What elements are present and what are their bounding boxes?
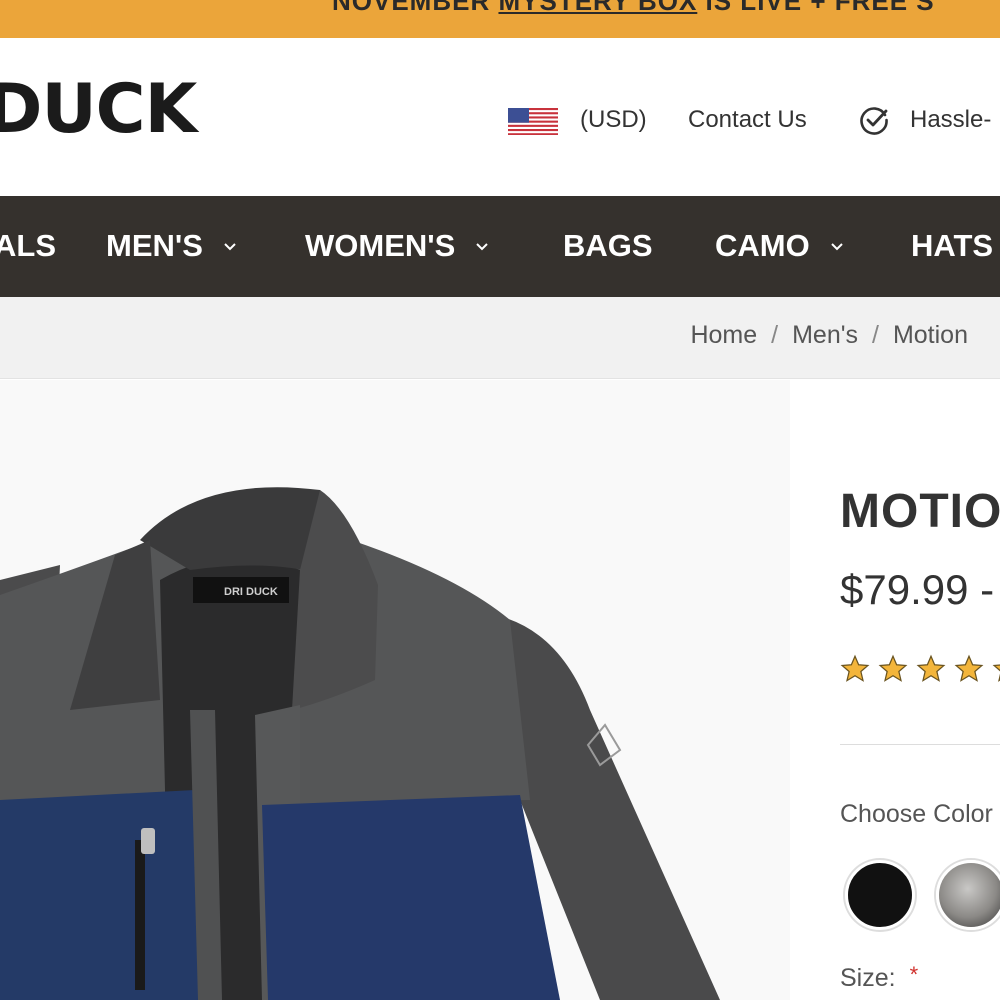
- color-swatch-grey[interactable]: [936, 860, 1000, 930]
- chevron-down-icon: [476, 243, 489, 251]
- nav-item-camo[interactable]: CAMO: [715, 226, 846, 266]
- breadcrumb: Home / Men's / Motion: [690, 321, 968, 350]
- jacket-image: DRI DUCK: [0, 487, 720, 1000]
- star-icon: [840, 654, 870, 682]
- nav-item-label: ALS: [0, 228, 56, 263]
- promo-link[interactable]: MYSTERY BOX: [498, 0, 697, 16]
- promo-banner: NOVEMBER MYSTERY BOX IS LIVE + FREE S: [0, 0, 1000, 38]
- nav-item-womens[interactable]: WOMEN'S: [305, 226, 491, 266]
- star-icon: [916, 654, 946, 682]
- promo-text: NOVEMBER MYSTERY BOX IS LIVE + FREE S: [332, 0, 935, 17]
- star-icon: [992, 664, 1000, 682]
- nav-item-mens[interactable]: MEN'S: [106, 226, 239, 266]
- main-nav: ALS MEN'S WOMEN'S BAGS CAMO HATS: [0, 196, 1000, 297]
- star-icon: [954, 654, 984, 682]
- breadcrumb-mens[interactable]: Men's: [792, 321, 858, 350]
- jacket-brand-label: DRI DUCK: [224, 586, 278, 598]
- hassle-free-label: Hassle-: [910, 106, 992, 133]
- breadcrumb-bar: Home / Men's / Motion: [0, 297, 1000, 379]
- breadcrumb-current: Motion: [892, 321, 968, 349]
- size-label: Size: *: [840, 962, 919, 993]
- site-header: DUCK (USD) Contact Us Hassle-: [0, 38, 1000, 196]
- required-marker: *: [909, 962, 919, 987]
- promo-prefix: NOVEMBER: [332, 0, 499, 16]
- logo[interactable]: DUCK: [0, 76, 197, 144]
- breadcrumb-separator: /: [872, 321, 879, 349]
- product-image[interactable]: DRI DUCK: [0, 380, 790, 1000]
- product-title: MOTIO: [840, 485, 1000, 538]
- us-flag-icon[interactable]: [508, 108, 558, 135]
- chevron-down-icon: [224, 243, 236, 251]
- star-icon: [878, 654, 908, 682]
- nav-item-label: WOMEN'S: [305, 228, 456, 263]
- choose-color-label: Choose Color: [840, 800, 993, 828]
- chevron-down-icon: [831, 243, 843, 251]
- breadcrumb-home[interactable]: Home: [690, 321, 757, 350]
- nav-item-label: CAMO: [715, 228, 810, 263]
- contact-us-link[interactable]: Contact Us: [688, 104, 807, 136]
- divider: [840, 744, 1000, 745]
- nav-item-label: BAGS: [563, 228, 653, 263]
- nav-item-label: HATS: [911, 228, 994, 263]
- nav-item-hats[interactable]: HATS: [911, 226, 993, 266]
- size-label-text: Size:: [840, 964, 896, 992]
- hassle-free-link[interactable]: Hassle-: [858, 104, 991, 136]
- currency-selector[interactable]: (USD): [580, 104, 647, 136]
- star-rating[interactable]: [840, 654, 1000, 684]
- nav-item-bags[interactable]: BAGS: [563, 226, 653, 266]
- nav-item-label: MEN'S: [106, 228, 203, 263]
- nav-item-deals[interactable]: ALS: [0, 226, 56, 266]
- breadcrumb-separator: /: [771, 321, 779, 349]
- product-price: $79.99 -: [840, 566, 995, 613]
- promo-suffix: IS LIVE + FREE S: [697, 0, 935, 16]
- color-swatch-black[interactable]: [845, 860, 915, 930]
- check-circle-icon: [860, 107, 888, 135]
